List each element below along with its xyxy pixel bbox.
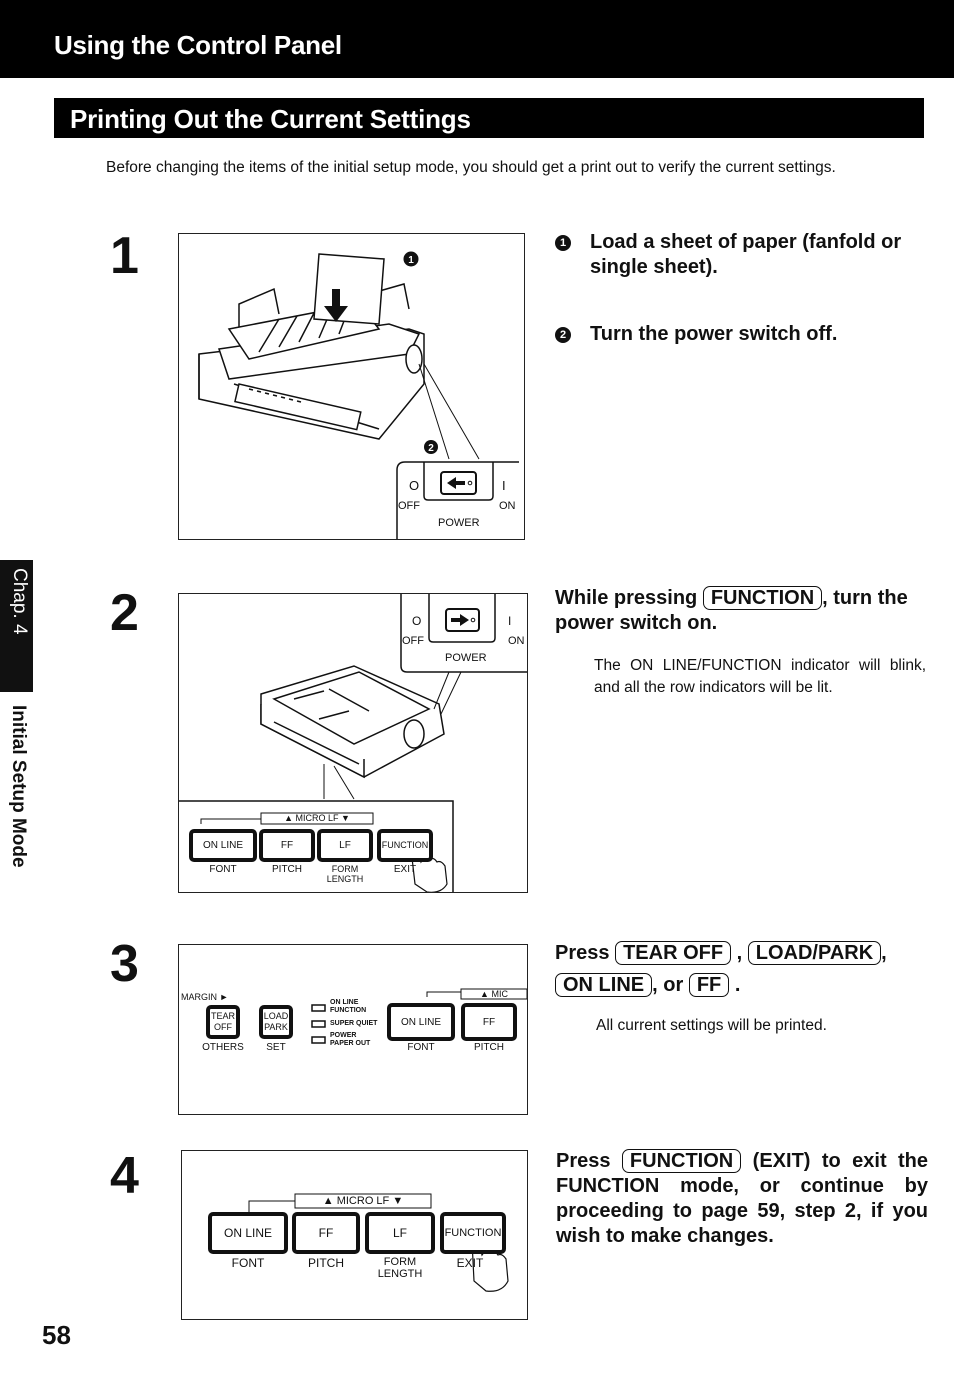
step-2-heading: While pressing FUNCTION, turn the power … — [555, 586, 930, 636]
power-on-symbol: I — [508, 614, 512, 628]
power-caption: POWER — [445, 652, 487, 664]
indicator-label: POWER — [330, 1032, 357, 1039]
step-3-heading-pre: Press — [555, 942, 610, 964]
micro-lf-label: ▲ MICRO LF ▼ — [284, 813, 350, 823]
online-button[interactable]: ON LINE — [387, 1003, 455, 1041]
chapter-header-title: Using the Control Panel — [54, 30, 342, 60]
function-key-label: FUNCTION — [702, 586, 823, 610]
indicator-light-icon — [311, 1004, 326, 1012]
micro-lf-label: ▲ MIC — [480, 989, 508, 999]
step-1-figure: 1 2 O I OFF ON POWER — [178, 233, 525, 540]
step-number: 2 — [110, 584, 139, 642]
online-sub-label: FONT — [407, 1042, 435, 1053]
indicator-online-function: ON LINE FUNCTION — [330, 999, 366, 1015]
page-number: 58 — [42, 1320, 71, 1350]
tear-off-sub-label: OTHERS — [202, 1042, 244, 1053]
step-4-heading-post: (EXIT) to exit the FUNCTION mode, or con… — [556, 1150, 929, 1247]
step-4-heading-pre: Press — [556, 1150, 611, 1172]
power-on-label: ON — [508, 635, 525, 647]
bullet-2-icon: 2 — [555, 327, 571, 343]
step-1-item-1: 1 Load a sheet of paper (fanfold or sing… — [555, 230, 925, 280]
indicator-label: ON LINE — [330, 999, 359, 1006]
load-park-line1: LOAD — [263, 1011, 289, 1021]
function-sub-label: EXIT — [456, 1256, 484, 1270]
load-park-key-label: LOAD/PARK — [747, 941, 882, 965]
lf-button[interactable]: LF — [317, 829, 373, 862]
load-park-line2: PARK — [264, 1022, 288, 1032]
ff-sub-label: PITCH — [272, 864, 302, 875]
callout-2-label: 2 — [428, 443, 434, 454]
ff-sub-label: PITCH — [474, 1042, 504, 1053]
function-sub-label: EXIT — [393, 864, 417, 875]
step-1-item-2-text: Turn the power switch off. — [590, 323, 838, 345]
power-off-label: OFF — [402, 635, 424, 647]
micro-lf-label: ▲ MICRO LF ▼ — [322, 1195, 404, 1207]
step-number: 4 — [110, 1147, 139, 1205]
online-button[interactable]: ON LINE — [189, 829, 257, 862]
step-1-item-2: 2 Turn the power switch off. — [555, 322, 925, 347]
separator: , or — [652, 974, 684, 996]
indicator-light-icon — [311, 1036, 326, 1044]
intro-paragraph: Before changing the items of the initial… — [106, 159, 836, 176]
chapter-side-label: Initial Setup Mode — [8, 705, 29, 868]
section-title: Printing Out the Current Settings — [70, 104, 471, 134]
power-caption: POWER — [438, 517, 480, 529]
step-3-description: All current settings will be printed. — [596, 1017, 827, 1034]
power-off-symbol: O — [409, 478, 420, 493]
printer-paper-loading-illustration: 1 2 — [198, 251, 519, 539]
step-4-heading: Press FUNCTION (EXIT) to exit the FUNCTI… — [556, 1149, 928, 1249]
margin-label: MARGIN ► — [181, 992, 229, 1002]
step-1-item-1-text: Load a sheet of paper (fanfold or single… — [590, 231, 902, 278]
ff-button[interactable]: FF — [259, 829, 315, 862]
tear-off-key-label: TEAR OFF — [615, 941, 732, 965]
power-on-label: ON — [499, 500, 516, 512]
function-button[interactable]: FUNCTION — [440, 1212, 506, 1254]
tear-off-button[interactable]: TEAR OFF — [206, 1005, 240, 1039]
tear-off-line2: OFF — [214, 1022, 232, 1032]
lf-sub-label: FORM LENGTH — [326, 864, 364, 884]
chapter-tab-label: Chap. 4 — [9, 568, 30, 635]
power-off-label: OFF — [398, 500, 420, 512]
step-number: 1 — [110, 227, 139, 285]
lf-sub-label: FORM LENGTH — [377, 1256, 423, 1280]
step-3-heading: Press TEAR OFF , LOAD/PARK, ON LINE, or … — [555, 937, 930, 1001]
online-button[interactable]: ON LINE — [208, 1212, 288, 1254]
step-2-description: The ON LINE/FUNCTION indicator will blin… — [594, 657, 926, 696]
online-sub-label: FONT — [209, 864, 237, 875]
lf-button[interactable]: LF — [365, 1212, 435, 1254]
step-3-figure: MARGIN ► ▲ MIC TEAR OFF LOAD PARK OTHERS… — [178, 944, 528, 1115]
bullet-1-icon: 1 — [555, 235, 571, 251]
power-on-symbol: I — [502, 478, 506, 493]
load-park-sub-label: SET — [266, 1042, 286, 1053]
printer-icon — [198, 253, 425, 440]
load-park-button[interactable]: LOAD PARK — [259, 1005, 293, 1039]
step-2-figure: O I OFF ON POWER ▲ MICRO LF ▼ ON LINE FF… — [178, 593, 528, 893]
separator: . — [734, 974, 741, 996]
function-button[interactable]: FUNCTION — [377, 829, 433, 862]
callout-1-label: 1 — [408, 255, 414, 266]
indicator-label: FUNCTION — [330, 1007, 367, 1014]
indicator-light-icon — [311, 1020, 326, 1028]
indicator-label: PAPER OUT — [330, 1040, 371, 1047]
function-key-label: FUNCTION — [621, 1149, 742, 1173]
power-off-symbol: O — [412, 614, 422, 628]
online-sub-label: FONT — [231, 1256, 265, 1270]
step-4-figure: ▲ MICRO LF ▼ ON LINE FF LF FUNCTION FONT… — [181, 1150, 528, 1320]
separator: , — [881, 942, 887, 964]
step-2-heading-pre: While pressing — [555, 587, 698, 609]
step-number: 3 — [110, 935, 139, 993]
ff-button[interactable]: FF — [461, 1003, 517, 1041]
indicator-power-paper-out: POWER PAPER OUT — [330, 1032, 370, 1048]
separator: , — [736, 942, 743, 964]
ff-key-label: FF — [688, 973, 730, 997]
printer-icon — [260, 665, 445, 779]
ff-sub-label: PITCH — [308, 1256, 344, 1270]
online-key-label: ON LINE — [555, 973, 653, 997]
indicator-super-quiet: SUPER QUIET — [330, 1020, 378, 1027]
ff-button[interactable]: FF — [292, 1212, 360, 1254]
tear-off-line1: TEAR — [210, 1011, 235, 1021]
